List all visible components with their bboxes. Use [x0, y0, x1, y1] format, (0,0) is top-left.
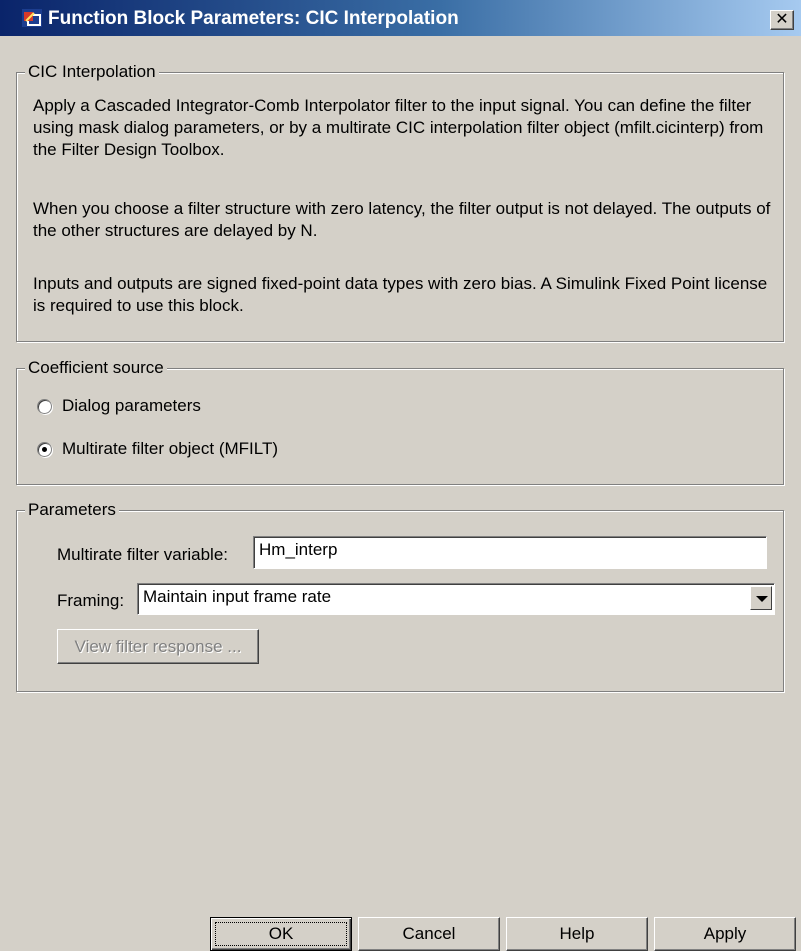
simulink-block-icon — [22, 9, 42, 27]
radio-multirate-filter-object-label: Multirate filter object (MFILT) — [62, 439, 279, 458]
radio-button-icon[interactable] — [37, 398, 52, 414]
parameters-group: Parameters Multirate filter variable: Hm… — [16, 500, 784, 692]
description-group-label: CIC Interpolation — [25, 62, 159, 82]
coefficient-source-label: Coefficient source — [25, 358, 167, 378]
help-button[interactable]: Help — [506, 917, 648, 951]
dialog-window: Function Block Parameters: CIC Interpola… — [0, 0, 801, 951]
ok-button[interactable]: OK — [210, 917, 352, 951]
radio-dialog-parameters-label: Dialog parameters — [62, 396, 201, 415]
framing-label: Framing: — [57, 591, 125, 610]
focus-rectangle — [215, 922, 347, 946]
framing-dropdown[interactable]: Maintain input frame rate — [137, 583, 775, 615]
multirate-filter-variable-label: Multirate filter variable: — [57, 545, 229, 564]
description-group: CIC Interpolation Apply a Cascaded Integ… — [16, 62, 784, 342]
description-paragraph-1: Apply a Cascaded Integrator-Comb Interpo… — [33, 96, 764, 159]
parameters-group-label: Parameters — [25, 500, 119, 520]
radio-dialog-parameters[interactable]: Dialog parameters — [37, 395, 201, 417]
description-paragraph-2: When you choose a filter structure with … — [33, 199, 771, 240]
description-paragraph-3: Inputs and outputs are signed fixed-poin… — [33, 274, 768, 315]
view-filter-response-button[interactable]: View filter response ... — [57, 629, 259, 664]
cancel-button[interactable]: Cancel — [358, 917, 500, 951]
multirate-filter-variable-input[interactable]: Hm_interp — [253, 536, 767, 569]
coefficient-source-group: Coefficient source Dialog parameters Mul… — [16, 358, 784, 485]
title-bar[interactable]: Function Block Parameters: CIC Interpola… — [0, 0, 801, 36]
radio-button-selected-icon[interactable] — [37, 441, 52, 457]
chevron-down-icon[interactable] — [750, 586, 772, 610]
window-title: Function Block Parameters: CIC Interpola… — [48, 8, 459, 29]
framing-selected-value: Maintain input frame rate — [143, 587, 332, 606]
close-button[interactable]: ✕ — [770, 10, 794, 30]
radio-multirate-filter-object[interactable]: Multirate filter object (MFILT) — [37, 438, 278, 460]
apply-button[interactable]: Apply — [654, 917, 796, 951]
